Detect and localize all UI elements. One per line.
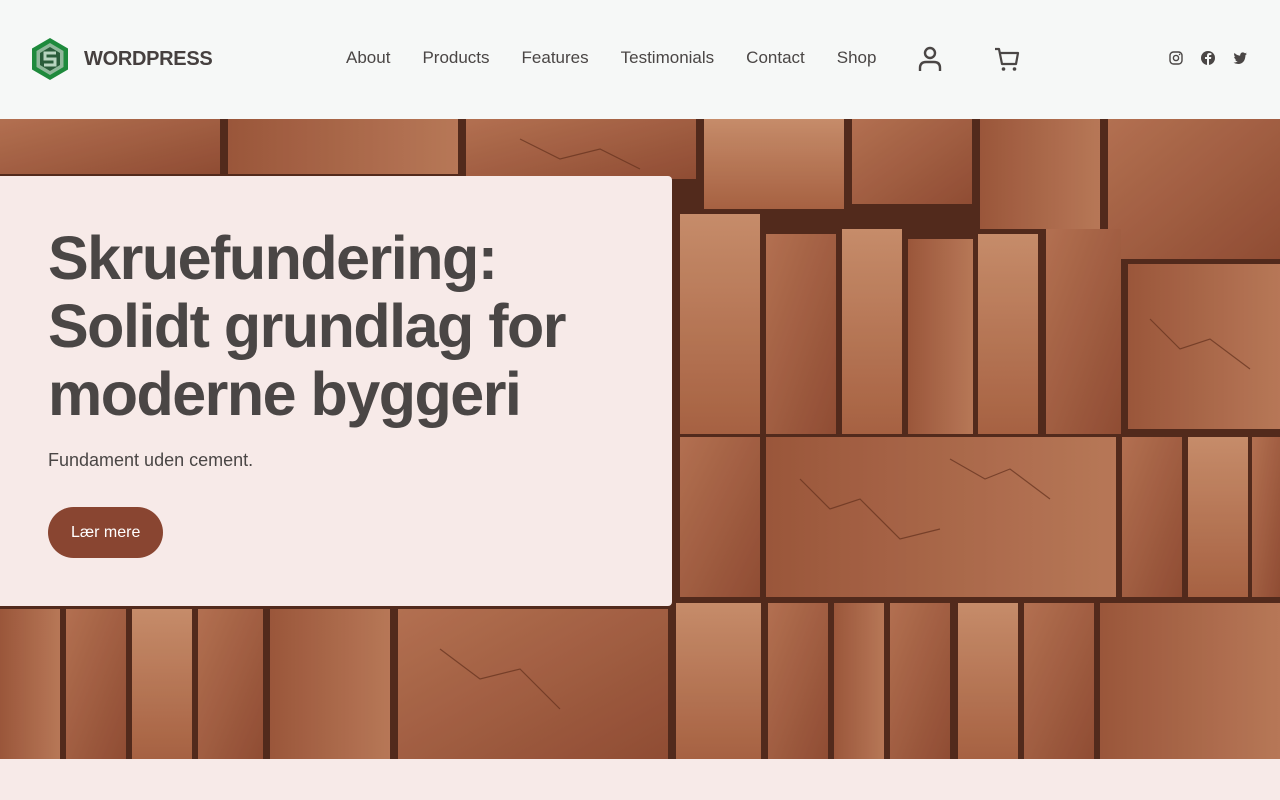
brand-link[interactable]: WORDPRESS bbox=[31, 37, 213, 81]
nav-link-about[interactable]: About bbox=[330, 46, 406, 70]
hero-section: Skruefundering: Solidt grundlag for mode… bbox=[0, 119, 1280, 759]
site-header: WORDPRESS About Products Features Testim… bbox=[0, 0, 1280, 119]
hero-card: Skruefundering: Solidt grundlag for mode… bbox=[0, 176, 672, 606]
facebook-link[interactable] bbox=[1200, 50, 1216, 66]
hexagon-s-logo-icon bbox=[32, 38, 68, 80]
hero-subtitle: Fundament uden cement. bbox=[48, 450, 254, 470]
user-icon bbox=[918, 46, 942, 71]
nav-link-shop[interactable]: Shop bbox=[821, 46, 893, 70]
instagram-link[interactable] bbox=[1168, 50, 1184, 66]
main-nav: About Products Features Testimonials Con… bbox=[330, 46, 892, 70]
twitter-icon bbox=[1233, 52, 1247, 64]
next-section-strip bbox=[0, 759, 1280, 800]
nav-link-features[interactable]: Features bbox=[506, 46, 605, 70]
social-links bbox=[1168, 50, 1248, 66]
account-button[interactable] bbox=[915, 43, 945, 75]
nav-link-products[interactable]: Products bbox=[406, 46, 505, 70]
twitter-link[interactable] bbox=[1232, 50, 1248, 66]
brand-name: WORDPRESS bbox=[84, 47, 213, 70]
nav-link-contact[interactable]: Contact bbox=[730, 46, 821, 70]
learn-more-button[interactable]: Lær mere bbox=[48, 507, 164, 558]
nav-link-testimonials[interactable]: Testimonials bbox=[605, 46, 731, 70]
cart-icon bbox=[995, 47, 1020, 71]
cart-button[interactable] bbox=[992, 43, 1022, 75]
instagram-icon bbox=[1169, 51, 1183, 65]
hero-title: Skruefundering: Solidt grundlag for mode… bbox=[48, 224, 567, 428]
facebook-icon bbox=[1201, 51, 1215, 65]
